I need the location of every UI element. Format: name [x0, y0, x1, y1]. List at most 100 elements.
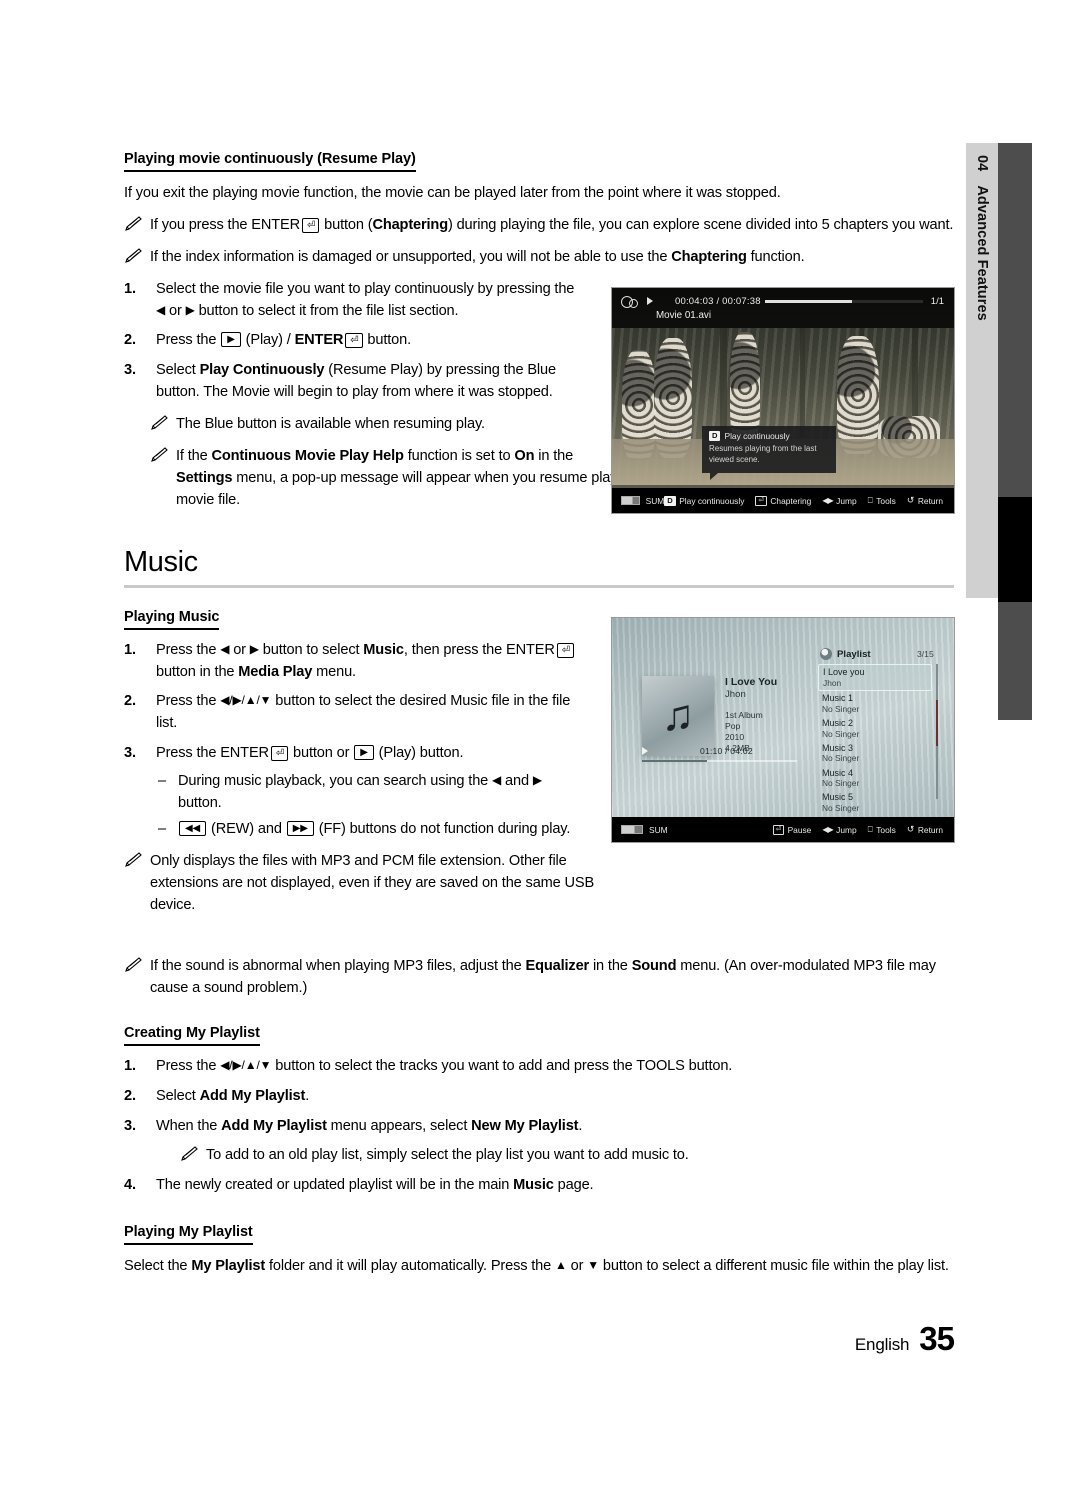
note-eq-bold1: Equalizer	[525, 958, 590, 975]
enter-icon: ⏎	[345, 333, 363, 349]
cp4-a: The newly created or updated playlist wi…	[156, 1176, 514, 1193]
left-right-icon: ◀▶	[822, 496, 833, 505]
step-number: 2.	[124, 332, 136, 349]
playlist-item[interactable]: Music 1 No Singer	[818, 691, 932, 716]
cp2-bold: Add My Playlist	[199, 1088, 306, 1105]
pp-b: folder and it will play automatically. P…	[265, 1257, 556, 1274]
tools-icon: ⎕	[867, 495, 873, 505]
action-label: Tools	[876, 824, 896, 835]
note2-text-a: If the index information is damaged or u…	[150, 248, 672, 265]
d1-a: During music playback, you can search us…	[178, 773, 493, 790]
step-2-text-b: (Play) /	[241, 332, 295, 349]
dash-item-search: – During music playback, you can search …	[156, 771, 584, 815]
music-step-2: 2. Press the ◀/▶/▲/▼ button to select th…	[124, 691, 584, 735]
left-arrow-icon: ◀	[156, 302, 166, 317]
playlist-list[interactable]: I Love you Jhon Music 1 No Singer Music …	[818, 664, 932, 815]
action-pause[interactable]: ⏎ Pause	[772, 824, 811, 835]
action-jump[interactable]: ◀▶ Jump	[822, 496, 856, 506]
right-arrow-icon: ▶	[249, 641, 259, 656]
music-progress-bar[interactable]	[642, 760, 797, 762]
d2-a: (REW) and	[207, 820, 286, 837]
playlist-scrollbar[interactable]	[936, 664, 938, 799]
side-marker-lower	[998, 602, 1032, 720]
movie-bottom-bar: SUM D Play continuously ⏎ Chaptering ◀▶ …	[612, 488, 954, 513]
now-playing-info: I Love You Jhon 1st Album Pop 2010 4.2MB	[725, 676, 777, 754]
step-2: 2. Press the ▶ (Play) / ENTER ⏎ button.	[124, 330, 579, 352]
album-art: ♫	[642, 676, 714, 756]
playlist-item[interactable]: Music 4 No Singer	[818, 766, 932, 791]
playlist-item-title: I Love you	[823, 667, 865, 677]
cp3-bold: Add My Playlist	[221, 1118, 327, 1135]
creating-playlist-steps: 1. Press the ◀/▶/▲/▼ button to select th…	[124, 1056, 954, 1196]
page-footer: English 35	[0, 1320, 955, 1358]
movie-bottom-actions: D Play continuously ⏎ Chaptering ◀▶ Jump…	[664, 495, 943, 506]
note-mp3-text: Only displays the files with MP3 and PCM…	[150, 852, 595, 913]
pencil-icon	[125, 852, 142, 867]
manual-page: 04 Advanced Features Playing movie conti…	[0, 0, 1080, 1494]
right-arrow-icon: ▶	[532, 773, 542, 788]
cp3-bold2: New My Playlist	[471, 1118, 579, 1135]
action-jump[interactable]: ◀▶ Jump	[822, 825, 856, 835]
cp4-c: page.	[553, 1176, 594, 1193]
playlist-item-title: Music 3	[822, 742, 854, 753]
action-tools[interactable]: ⎕ Tools	[868, 824, 896, 835]
playing-music-heading: Playing Music	[124, 609, 220, 630]
step-number: 4.	[124, 1176, 136, 1193]
movie-file-name: Movie 01.avi	[656, 310, 711, 321]
movie-progress-bar[interactable]	[764, 299, 923, 303]
note2-text-b: function.	[746, 248, 805, 265]
action-return[interactable]: ↺ Return	[907, 824, 943, 835]
playlist-count: 3/15	[917, 649, 934, 659]
note-old-playlist: To add to an old play list, simply selec…	[156, 1145, 954, 1167]
playing-music-steps: 1. Press the ◀ or ▶ button to select Mus…	[124, 640, 584, 841]
playlist-item-selected[interactable]: I Love you Jhon	[818, 664, 932, 691]
play-status-icon	[642, 747, 648, 755]
giraffe	[837, 336, 879, 454]
movie-top-row: 00:04:03 / 00:07:38 1/1	[612, 291, 954, 311]
side-marker-upper	[998, 143, 1032, 497]
tools-icon: ⎕	[867, 824, 873, 834]
action-return[interactable]: ↺ Return	[907, 495, 943, 506]
m2-a: Press the	[156, 693, 221, 710]
cp3-c: .	[578, 1118, 583, 1135]
pencil-icon	[181, 1146, 198, 1161]
playlist-label: Playlist	[837, 648, 871, 660]
playlist-item[interactable]: Music 5 No Singer	[818, 790, 932, 815]
pencil-icon	[125, 957, 142, 973]
tree-trunk	[800, 328, 805, 438]
playlist-item-title: Music 5	[822, 792, 854, 803]
note4-c: in the	[534, 448, 574, 465]
return-icon: ↺	[906, 824, 915, 834]
playlist-item-artist: Jhon	[823, 677, 842, 688]
m1-c: button to select	[258, 641, 364, 658]
enter-icon: ⏎	[270, 746, 289, 762]
pp-a: Select the	[124, 1257, 192, 1274]
action-play-continuously[interactable]: D Play continuously	[664, 495, 744, 506]
action-tools[interactable]: ⎕ Tools	[868, 495, 896, 506]
note-eq-bold2: Sound	[631, 958, 677, 975]
playlist-item[interactable]: Music 2 No Singer	[818, 716, 932, 741]
music-bottom-actions: ⏎ Pause ◀▶ Jump ⎕ Tools ↺ Return	[772, 824, 943, 835]
step-3: 3. Select Play Continuously (Resume Play…	[124, 360, 579, 404]
note-eq-a: If the sound is abnormal when playing MP…	[150, 958, 526, 975]
resume-play-heading-wrap: Playing movie continuously (Resume Play)	[124, 150, 954, 172]
music-note-icon: ♫	[661, 691, 695, 740]
music-section-title: Music	[124, 545, 198, 578]
action-chaptering[interactable]: ⏎ Chaptering	[755, 495, 811, 506]
playlist-item[interactable]: Music 3 No Singer	[818, 741, 932, 766]
note4-bold1: Continuous Movie Play Help	[211, 448, 404, 465]
playing-playlist-body: Select the My Playlist folder and it wil…	[124, 1256, 954, 1278]
fast-forward-icon: ▶▶	[286, 820, 314, 836]
pencil-icon	[151, 447, 168, 462]
step-number: 1.	[124, 1058, 136, 1075]
step-1-text-c: button to select it from the file list s…	[194, 302, 459, 319]
cp2-a: Select	[156, 1088, 200, 1105]
cp-step-4: 4. The newly created or updated playlist…	[124, 1175, 954, 1197]
dash-item-rew-ff: – ◀◀ (REW) and ▶▶ (FF) buttons do not fu…	[156, 819, 584, 841]
blue-button-badge: D	[709, 431, 721, 441]
resume-play-popup: D Play continuously Resumes playing from…	[702, 426, 836, 480]
cp1-c: button.	[684, 1058, 733, 1075]
film-reel-icon	[621, 295, 638, 308]
side-marker-active	[998, 497, 1032, 602]
popup-tail	[710, 472, 718, 480]
